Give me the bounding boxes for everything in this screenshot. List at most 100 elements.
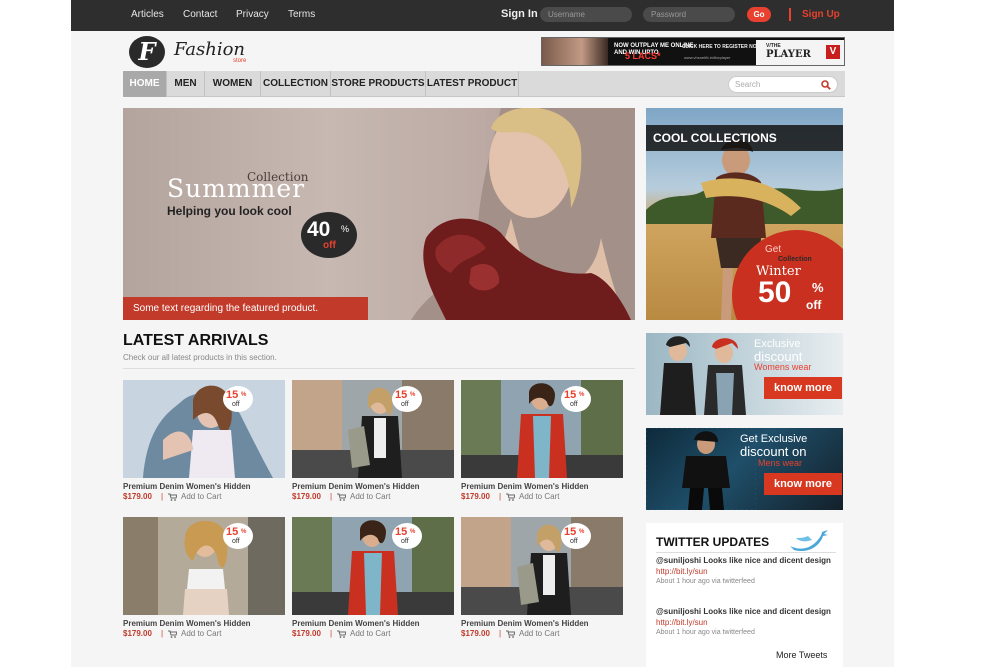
discount-badge: 15% off	[561, 523, 591, 549]
product-image[interactable]	[123, 517, 285, 615]
womens-wear-promo[interactable]: Exclusive discount Womens wear know more	[646, 333, 843, 415]
nav-home[interactable]: HOME	[123, 71, 167, 97]
price-separator: |	[499, 492, 502, 501]
discount-off: off	[232, 401, 240, 408]
product-price: $179.00	[123, 629, 152, 638]
username-input[interactable]	[540, 7, 632, 22]
sign-in-label: Sign In	[501, 8, 538, 20]
ad-brand-badge: V	[826, 45, 840, 59]
cool-collections-header: COOL COLLECTIONS	[646, 125, 843, 151]
price-separator: |	[330, 629, 333, 638]
product-price: $179.00	[461, 492, 490, 501]
cool-collections-promo[interactable]: COOL COLLECTIONS Get Collection Winter 5…	[646, 108, 843, 320]
discount-percent: %	[241, 392, 247, 398]
ad-url: www.vhsnetfb.in/theplayer	[684, 55, 731, 60]
ad-brand: PLAYER	[766, 49, 811, 60]
cart-icon[interactable]	[337, 630, 346, 638]
discount-off: off	[401, 538, 409, 545]
hero-tagline: Helping you look cool	[167, 204, 292, 218]
top-link-articles[interactable]: Articles	[131, 9, 164, 20]
logo-subtitle: store	[233, 58, 247, 64]
add-to-cart-button[interactable]: Add to Cart	[519, 492, 559, 501]
cart-icon[interactable]	[337, 493, 346, 501]
tweet: @suniljoshi Looks like nice and dicent d…	[656, 556, 834, 587]
product-image[interactable]	[292, 380, 454, 478]
cart-icon[interactable]	[506, 493, 515, 501]
top-link-privacy[interactable]: Privacy	[236, 9, 269, 20]
tweet-link[interactable]: http://bit.ly/sun	[656, 617, 834, 628]
advertisement-banner[interactable]: NOW OUTPLAY ME ONLINE AND WIN UPTO 5 LAC…	[541, 37, 845, 66]
ad-brand-box: V/THE PLAYER V	[756, 40, 844, 65]
hero-discount-percent: %	[341, 224, 350, 234]
main-nav: HOME MEN WOMEN COLLECTION STORE PRODUCTS…	[123, 71, 845, 97]
cart-icon[interactable]	[506, 630, 515, 638]
product-image[interactable]	[292, 517, 454, 615]
site-logo[interactable]: F Fashion store	[129, 36, 259, 68]
product-title[interactable]: Premium Denim Women's Hidden	[292, 482, 420, 491]
product-card[interactable]: 15% off Premium Denim Women's Hidden $179…	[461, 380, 623, 506]
search-box	[728, 76, 838, 93]
product-card[interactable]: 15% off Premium Denim Women's Hidden $179…	[292, 517, 454, 643]
product-card[interactable]: 15% off Premium Denim Women's Hidden $179…	[123, 517, 285, 643]
logo-mark: F	[129, 36, 165, 68]
top-link-contact[interactable]: Contact	[183, 9, 217, 20]
nav-store-products[interactable]: STORE PRODUCTS	[331, 71, 426, 97]
price-separator: |	[499, 629, 502, 638]
product-image[interactable]	[461, 517, 623, 615]
twitter-bird-icon	[790, 530, 828, 552]
add-to-cart-button[interactable]: Add to Cart	[181, 629, 221, 638]
know-more-button[interactable]: know more	[764, 377, 842, 399]
add-to-cart-button[interactable]: Add to Cart	[519, 629, 559, 638]
product-title[interactable]: Premium Denim Women's Hidden	[292, 619, 420, 628]
product-price: $179.00	[292, 492, 321, 501]
product-image[interactable]	[461, 380, 623, 478]
discount-number: 15	[564, 526, 577, 538]
top-link-terms[interactable]: Terms	[288, 9, 315, 20]
nav-latest-product[interactable]: LATEST PRODUCT	[426, 71, 519, 97]
add-to-cart-button[interactable]: Add to Cart	[350, 492, 390, 501]
discount-number: 15	[226, 526, 239, 538]
cool-discount-number: 50	[758, 276, 792, 309]
price-separator: |	[330, 492, 333, 501]
tweet-meta: About 1 hour ago via twitterfeed	[656, 629, 755, 636]
cart-icon[interactable]	[168, 493, 177, 501]
search-icon[interactable]	[821, 80, 831, 90]
product-image[interactable]	[123, 380, 285, 478]
product-card[interactable]: 15% off Premium Denim Women's Hidden $179…	[123, 380, 285, 506]
discount-off: off	[570, 401, 578, 408]
discount-off: off	[232, 538, 240, 545]
ad-face-image	[542, 38, 608, 65]
product-card[interactable]: 15% off Premium Denim Women's Hidden $179…	[292, 380, 454, 506]
hero-discount-badge: 40 % off	[301, 212, 357, 258]
mens-wear-promo[interactable]: Get Exclusive discount on Mens wear know…	[646, 428, 843, 510]
product-title[interactable]: Premium Denim Women's Hidden	[123, 619, 251, 628]
tweet-meta: About 1 hour ago via twitterfeed	[656, 578, 755, 585]
nav-men[interactable]: MEN	[167, 71, 205, 97]
add-to-cart-button[interactable]: Add to Cart	[350, 629, 390, 638]
discount-badge: 15% off	[392, 523, 422, 549]
hero-banner[interactable]: Collection Summmer Helping you look cool…	[123, 108, 635, 320]
know-more-button[interactable]: know more	[764, 473, 842, 495]
tweet-link[interactable]: http://bit.ly/sun	[656, 566, 834, 577]
sign-up-link[interactable]: Sign Up	[802, 9, 840, 20]
nav-women[interactable]: WOMEN	[205, 71, 261, 97]
more-tweets-link[interactable]: More Tweets	[776, 650, 827, 660]
product-card[interactable]: 15% off Premium Denim Women's Hidden $179…	[461, 517, 623, 643]
go-button[interactable]: Go	[747, 7, 771, 22]
search-input[interactable]	[735, 78, 815, 91]
discount-badge: 15% off	[561, 386, 591, 412]
product-title[interactable]: Premium Denim Women's Hidden	[461, 619, 589, 628]
top-bar: Articles Contact Privacy Terms Sign In G…	[71, 0, 894, 31]
password-input[interactable]	[643, 7, 735, 22]
price-separator: |	[161, 492, 164, 501]
tweet-text: @suniljoshi Looks like nice and dicent d…	[656, 607, 831, 616]
cart-icon[interactable]	[168, 630, 177, 638]
product-title[interactable]: Premium Denim Women's Hidden	[461, 482, 589, 491]
hero-title: Summmer	[167, 174, 306, 203]
promo-models-image	[660, 336, 746, 415]
product-title[interactable]: Premium Denim Women's Hidden	[123, 482, 251, 491]
add-to-cart-button[interactable]: Add to Cart	[181, 492, 221, 501]
discount-percent: %	[579, 529, 585, 535]
nav-collection[interactable]: COLLECTION	[261, 71, 331, 97]
promo-line-3: Mens wear	[758, 458, 803, 468]
